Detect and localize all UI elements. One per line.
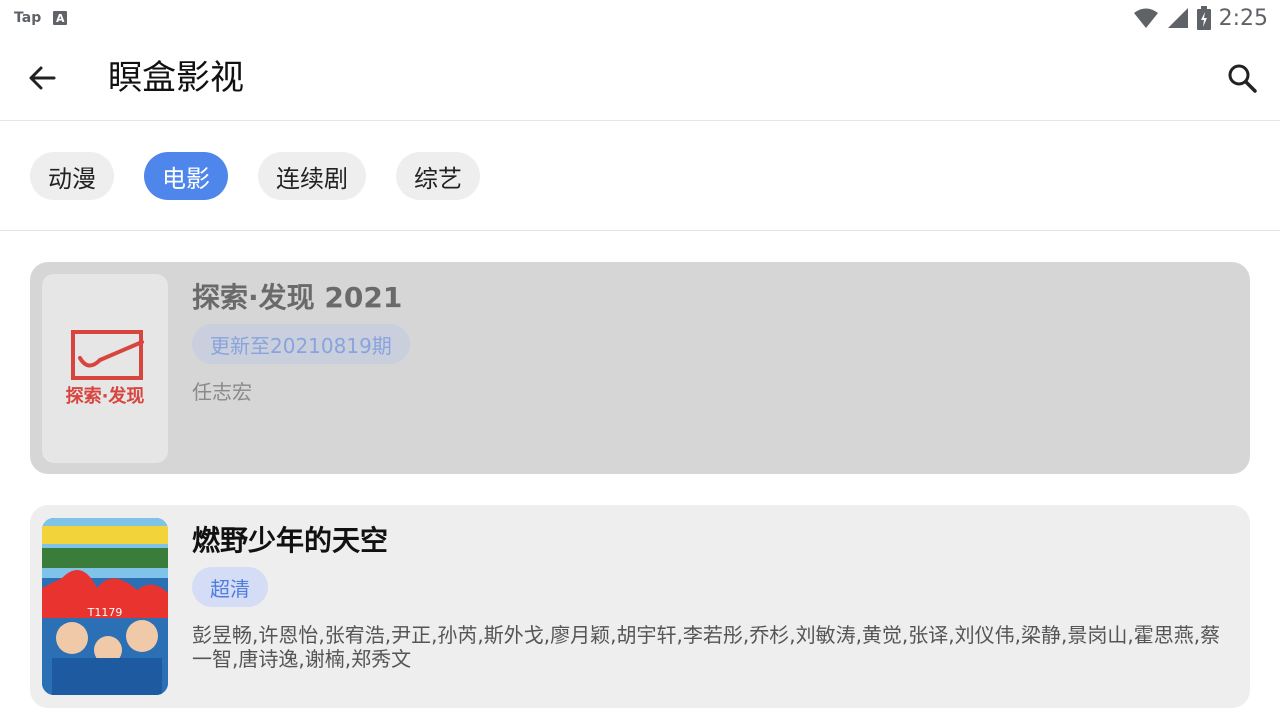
page-title: 瞑盒影视 xyxy=(108,58,244,98)
search-button[interactable] xyxy=(1222,58,1262,98)
item-title: 燃野少年的天空 xyxy=(192,524,389,557)
list-item[interactable]: T1179 燃野少年的天空 超清 彭昱畅,许恩怡,张宥浩,尹正,孙芮,斯外戈,廖… xyxy=(30,505,1250,708)
signal-icon xyxy=(1167,8,1188,28)
battery-icon xyxy=(1196,6,1211,30)
arrow-left-icon xyxy=(29,66,56,90)
clock: 2:25 xyxy=(1218,5,1268,31)
category-tabs: 动漫 电影 连续剧 综艺 xyxy=(0,121,1280,231)
item-cast: 任志宏 xyxy=(192,380,252,404)
status-left: Tap A xyxy=(0,10,68,26)
app-bar: 瞑盒影视 xyxy=(0,36,1280,121)
movie-poster: T1179 xyxy=(42,518,168,695)
status-badge: 更新至20210819期 xyxy=(192,324,410,364)
back-button[interactable] xyxy=(22,58,62,98)
item-title: 探索·发现 2021 xyxy=(192,281,403,314)
search-icon xyxy=(1228,64,1257,93)
status-bar: Tap A 2:25 xyxy=(0,0,1280,36)
tab-variety[interactable]: 综艺 xyxy=(396,152,480,200)
status-right: 2:25 xyxy=(1133,6,1280,31)
logo-text: 探索·发现 xyxy=(66,385,145,407)
item-cast: 彭昱畅,许恩怡,张宥浩,尹正,孙芮,斯外戈,廖月颖,胡宇轩,李若彤,乔杉,刘敏涛… xyxy=(192,623,1221,671)
poster-text: T1179 xyxy=(87,606,123,619)
thumbnail: 探索·发现 xyxy=(42,274,168,463)
wifi-icon xyxy=(1133,8,1158,28)
keyboard-a-icon: A xyxy=(53,11,68,25)
logo-bowl-spoon: 探索·发现 xyxy=(66,330,145,407)
tab-anime[interactable]: 动漫 xyxy=(30,152,114,200)
thumbnail: T1179 xyxy=(42,518,168,695)
list-item[interactable]: 探索·发现 探索·发现 2021 更新至20210819期 任志宏 xyxy=(30,262,1250,474)
tap-label: Tap xyxy=(14,10,42,26)
status-badge: 超清 xyxy=(192,567,268,607)
tab-movie[interactable]: 电影 xyxy=(144,152,228,200)
tab-series[interactable]: 连续剧 xyxy=(258,152,366,200)
